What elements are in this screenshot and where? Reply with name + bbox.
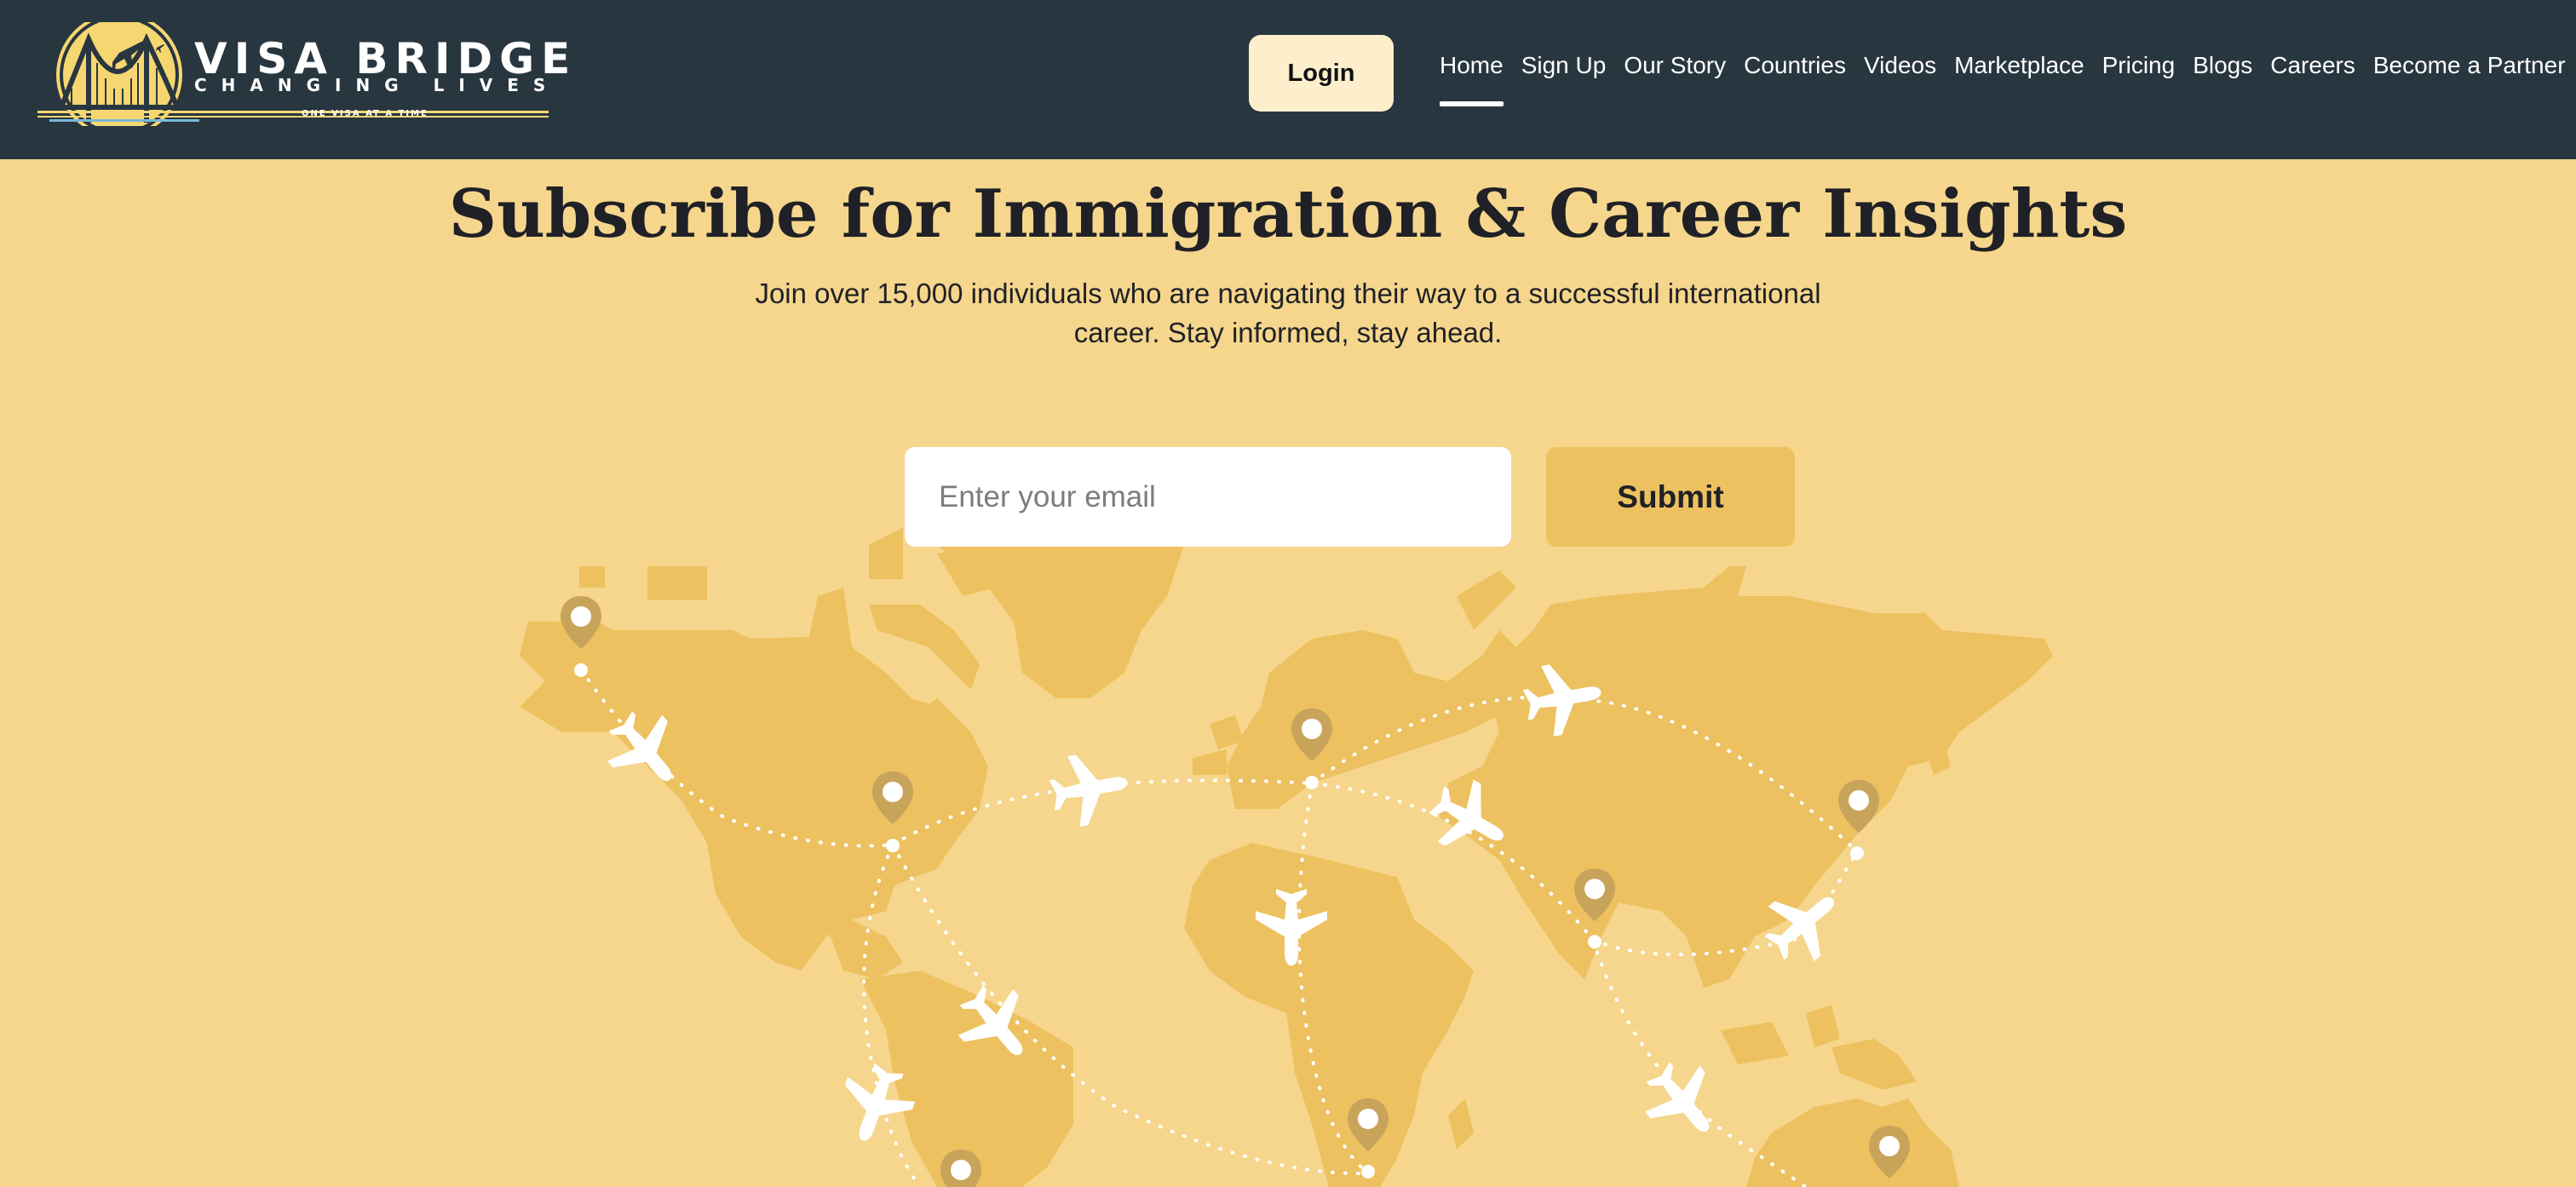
nav-become-a-partner[interactable]: Become a Partner [2373,52,2566,79]
nav-sign-up[interactable]: Sign Up [1521,52,1607,79]
nav-videos[interactable]: Videos [1864,52,1936,79]
page-subtitle: Join over 15,000 individuals who are nav… [755,278,1821,348]
login-button[interactable]: Login [1249,35,1394,112]
page-title: Subscribe for Immigration & Career Insig… [448,175,2128,253]
brand-motto: ONE VISA AT A TIME [302,109,428,118]
nav-careers[interactable]: Careers [2270,52,2355,79]
submit-button[interactable]: Submit [1546,447,1795,547]
continents [520,528,2053,1187]
top-navigation-bar: VISA BRIDGE CHANGING LIVES ONE VISA AT A… [0,0,2576,159]
nav-pricing[interactable]: Pricing [2102,52,2176,79]
nav-home[interactable]: Home [1440,52,1504,106]
nav-our-story[interactable]: Our Story [1624,52,1726,79]
visa-bridge-logo[interactable]: VISA BRIDGE CHANGING LIVES ONE VISA AT A… [37,22,570,126]
main-navigation: Home Sign Up Our Story Countries Videos … [1440,52,2576,106]
world-map-illustration [520,528,2053,1187]
email-input[interactable] [905,447,1511,547]
nav-countries[interactable]: Countries [1744,52,1846,79]
brand-tagline: CHANGING LIVES [194,75,561,95]
nav-blogs[interactable]: Blogs [2193,52,2252,79]
nav-marketplace[interactable]: Marketplace [1954,52,2084,79]
